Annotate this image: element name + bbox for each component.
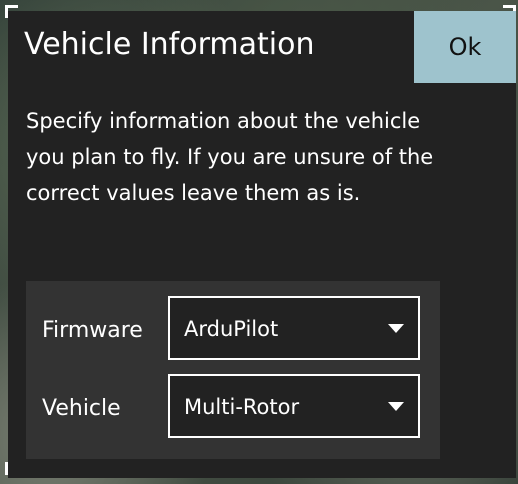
firmware-select[interactable]: ArduPilot bbox=[168, 296, 420, 360]
chevron-down-icon bbox=[388, 324, 404, 333]
vehicle-select-value: Multi-Rotor bbox=[184, 395, 300, 419]
dialog-header: Vehicle Information Ok bbox=[8, 11, 516, 83]
dialog-description: Specify information about the vehicle yo… bbox=[26, 109, 434, 205]
firmware-select-value: ArduPilot bbox=[184, 317, 279, 341]
vehicle-fields-panel: Firmware ArduPilot Vehicle Multi-Rotor bbox=[26, 281, 440, 459]
vehicle-select[interactable]: Multi-Rotor bbox=[168, 374, 420, 438]
vehicle-information-dialog: Vehicle Information Ok Specify informati… bbox=[8, 11, 516, 478]
chevron-down-icon bbox=[388, 402, 404, 411]
ok-button[interactable]: Ok bbox=[414, 11, 516, 83]
dialog-title: Vehicle Information bbox=[24, 27, 315, 62]
vehicle-label: Vehicle bbox=[42, 396, 121, 421]
firmware-label: Firmware bbox=[42, 318, 143, 343]
